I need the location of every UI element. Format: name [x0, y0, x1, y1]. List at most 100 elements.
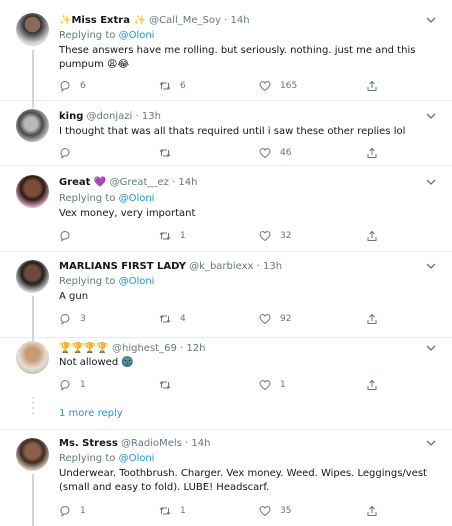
tweet-header: Great 💜 @Great__ez · 14h [59, 176, 197, 189]
tweet-text: These answers have me rolling. but serio… [59, 45, 416, 70]
user-handle[interactable]: @Great__ez [110, 177, 169, 188]
retweet-button[interactable] [159, 378, 180, 392]
share-button[interactable] [366, 79, 378, 93]
chevron-down-icon[interactable] [426, 111, 436, 121]
retweet-button[interactable]: 6 [159, 79, 186, 93]
thread-line [32, 296, 34, 339]
reply-icon [60, 505, 70, 517]
like-button[interactable]: 35 [259, 504, 291, 518]
tweet-miss-extra[interactable]: ✨Miss Extra ✨ @Call_Me_Soy · 14h Replyin… [0, 0, 452, 102]
like-count: 32 [280, 231, 292, 241]
user-handle[interactable]: @k_barbiexx [189, 261, 253, 272]
tweet-great[interactable]: Great 💜 @Great__ez · 14h Replying to @Ol… [0, 166, 452, 252]
timestamp[interactable]: · 14h [224, 15, 249, 26]
share-button[interactable] [366, 146, 378, 160]
timestamp[interactable]: · 14h [172, 177, 197, 188]
like-count: 35 [280, 506, 292, 516]
user-handle[interactable]: @donjazi [87, 111, 133, 122]
reply-button[interactable]: 1 [59, 504, 86, 518]
replying-to-link[interactable]: @Oloni [119, 30, 155, 41]
tweet-actions: 46 [59, 146, 389, 160]
retweet-icon [159, 149, 171, 157]
like-button[interactable]: 165 [259, 79, 297, 93]
tweet-actions: 3 4 92 [59, 312, 389, 326]
avatar[interactable] [16, 13, 49, 46]
timestamp[interactable]: · 14h [185, 438, 210, 449]
tweet-text: Underwear. Toothbrush. Charger. Vex mone… [59, 467, 444, 495]
share-button[interactable] [366, 378, 378, 392]
tweet-text-line: Underwear. Toothbrush. Charger. Vex mone… [59, 468, 427, 479]
replying-to-link[interactable]: @Oloni [119, 276, 155, 287]
like-button[interactable]: 92 [259, 312, 291, 326]
timestamp[interactable]: · 13h [135, 111, 160, 122]
display-name[interactable]: king [59, 111, 83, 122]
reply-button[interactable]: 1 [59, 378, 86, 392]
tweet-header: MARLIANS FIRST LADY @k_barbiexx · 13h [59, 260, 282, 273]
tweet-actions: 6 6 165 [59, 79, 389, 93]
tweet-marlians-first-lady[interactable]: MARLIANS FIRST LADY @k_barbiexx · 13h Re… [0, 252, 452, 339]
retweet-count: 4 [180, 314, 186, 324]
display-name[interactable]: Ms. Stress [59, 438, 118, 449]
thread-line [32, 100, 34, 108]
share-button[interactable] [366, 504, 378, 518]
like-button[interactable]: 46 [259, 146, 291, 160]
replying-label: Replying to [59, 30, 116, 41]
chevron-down-icon[interactable] [426, 343, 436, 353]
chevron-down-icon[interactable] [426, 261, 436, 271]
user-handle[interactable]: @highest_69 [112, 343, 177, 354]
retweet-icon [159, 82, 171, 90]
like-count: 46 [280, 148, 292, 158]
retweet-button[interactable]: 4 [159, 312, 186, 326]
reply-count: 1 [80, 506, 86, 516]
reply-button[interactable] [59, 146, 80, 160]
chevron-down-icon[interactable] [426, 438, 436, 448]
reply-count: 3 [80, 314, 86, 324]
tweet-header: Ms. Stress @RadioMels · 14h [59, 437, 210, 450]
retweet-button[interactable]: 1 [159, 504, 186, 518]
retweet-button[interactable]: 1 [159, 229, 186, 243]
user-handle[interactable]: @RadioMels [121, 438, 182, 449]
avatar[interactable] [16, 260, 49, 293]
tweet-header: king @donjazi · 13h [59, 110, 161, 123]
retweet-icon [159, 381, 171, 389]
display-name[interactable]: 🏆🏆🏆🏆 [59, 343, 109, 354]
tweet-actions: 1 1 [59, 378, 389, 392]
share-icon [367, 80, 377, 91]
share-button[interactable] [366, 312, 378, 326]
tweet-actions: 1 32 [59, 229, 389, 243]
replying-label: Replying to [59, 193, 116, 204]
heart-icon [259, 81, 271, 92]
like-count: 92 [280, 314, 292, 324]
tweet-king[interactable]: king @donjazi · 13h I thought that was a… [0, 100, 452, 166]
display-name[interactable]: MARLIANS FIRST LADY [59, 261, 186, 272]
like-button[interactable]: 32 [259, 229, 291, 243]
share-button[interactable] [366, 229, 378, 243]
display-name[interactable]: ✨Miss Extra ✨ [59, 15, 146, 26]
like-button[interactable]: 1 [259, 378, 286, 392]
timestamp[interactable]: · 13h [257, 261, 282, 272]
avatar[interactable] [16, 175, 49, 208]
reply-button[interactable]: 6 [59, 79, 86, 93]
reply-button[interactable]: 3 [59, 312, 86, 326]
chevron-down-icon[interactable] [426, 177, 436, 187]
thread-line [32, 50, 34, 102]
timestamp[interactable]: · 12h [180, 343, 205, 354]
replying-to-link[interactable]: @Oloni [119, 453, 155, 464]
reply-button[interactable] [59, 229, 80, 243]
user-handle[interactable]: @Call_Me_Soy [149, 15, 221, 26]
replying-to-link[interactable]: @Oloni [119, 193, 155, 204]
share-icon [367, 230, 377, 241]
avatar[interactable] [16, 341, 49, 374]
avatar[interactable] [16, 438, 49, 471]
display-name[interactable]: Great 💜 [59, 177, 106, 188]
tweet-header: 🏆🏆🏆🏆 @highest_69 · 12h [59, 342, 205, 355]
retweet-button[interactable] [159, 146, 180, 160]
replying-label: Replying to [59, 453, 116, 464]
avatar[interactable] [16, 109, 49, 142]
replying-to: Replying to @Oloni [59, 452, 154, 465]
chevron-down-icon[interactable] [426, 15, 436, 25]
tweet-text-line: (small and easy to fold). LUBE! Headscar… [59, 482, 270, 493]
tweet-header: ✨Miss Extra ✨ @Call_Me_Soy · 14h [59, 14, 250, 27]
tweet-ms-stress[interactable]: Ms. Stress @RadioMels · 14h Replying to … [0, 430, 452, 526]
more-replies-link[interactable]: 1 more reply [59, 407, 123, 420]
